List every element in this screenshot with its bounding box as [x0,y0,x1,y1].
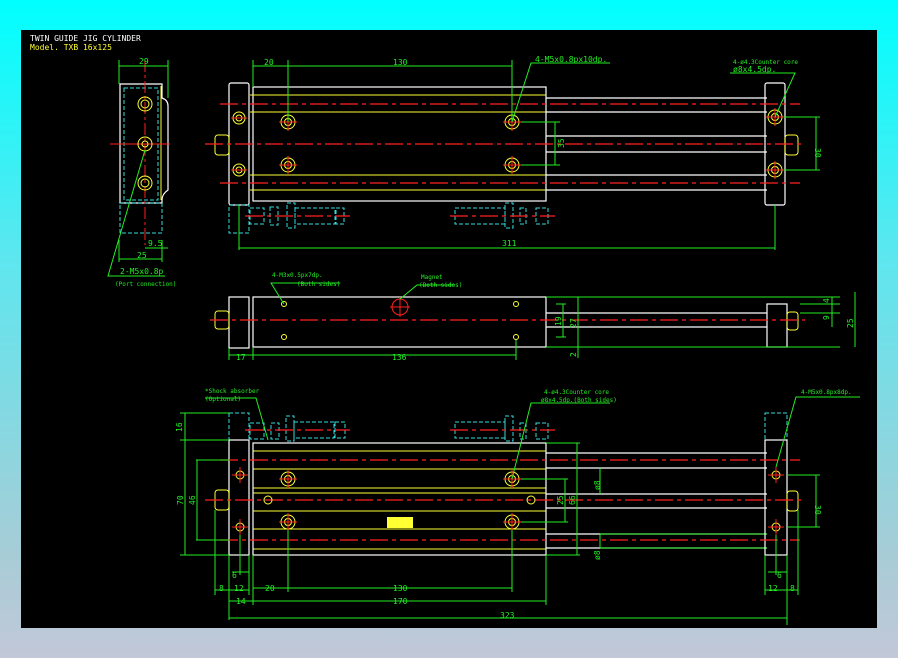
dim-20: 20 [264,58,274,67]
dim-r6: 6 [777,571,782,580]
dim-d8-upper: ø8 [593,480,602,490]
dim-14: 14 [236,597,246,606]
dim-311: 311 [502,239,517,248]
dim-30: 30 [813,148,822,158]
top-view: 20 130 311 35 30 4-M5x0.8px10dp. 4-ø4.3C… [205,55,822,250]
dim-r8: 8 [790,584,795,593]
port-note: 2-M5x0.8p [120,267,164,276]
dim-16: 16 [175,422,184,432]
dim-29: 29 [139,57,149,66]
dim-9-5: 9.5 [148,239,163,248]
dim-25: 25 [556,495,565,505]
drawing-title: TWIN GUIDE JIG CYLINDER [30,34,141,43]
shock-absorber-hidden [228,202,555,234]
shock-absorber-hidden [245,415,555,442]
shock-absorber-note: *Shock absorber [205,388,260,395]
dim-130: 130 [393,584,408,593]
dim-25: 25 [846,318,855,328]
dim-12: 12 [234,584,244,593]
tapped-hole-note: 4-M5x0.8px10dp. [535,55,607,64]
dim-136: 136 [392,353,407,362]
cad-drawing: TWIN GUIDE JIG CYLINDER Model. TXB 16x12… [30,34,860,625]
dim-d8-lower: ø8 [593,550,602,560]
counterbore-note-sub: ø8x4.5dp. [733,65,776,74]
middle-view: 17 136 19 27 2 4 9 25 4-M3x0.5px7dp. (Bo… [210,272,856,362]
counterbore-note: 4-ø4.3Counter core [544,389,609,396]
dim-323: 323 [500,611,515,620]
model-label: Model. TXB 16x125 [30,43,112,52]
magnet-note: Magnet [421,274,443,281]
dim-2: 2 [569,352,578,357]
dim-30: 30 [813,505,822,515]
shock-absorber-note-sub: (Optional) [205,396,241,403]
dim-130: 130 [393,58,408,67]
side-view: 29 9.5 25 2-M5x0.8p (Port connection) [107,57,176,288]
dim-9: 9 [822,315,831,320]
dim-4: 4 [822,298,831,303]
dim-6: 6 [232,571,237,580]
tapped-hole-note: 4-M5x0.8px8dp. [801,389,852,396]
m3-note-sub: (Both sides) [297,281,340,288]
dim-66: 66 [568,495,577,505]
dim-19: 19 [554,316,563,326]
port-note-sub: (Port connection) [115,281,176,288]
dim-20: 20 [265,584,275,593]
dim-27: 27 [569,318,578,328]
m3-note: 4-M3x0.5px7dp. [272,272,323,279]
dim-17: 17 [236,353,246,362]
dim-46: 46 [188,495,197,505]
dim-25: 25 [137,251,147,260]
dim-70: 70 [176,495,185,505]
bottom-view: 16 70 46 25 66 ø8 ø8 30 6 8 12 14 20 130… [175,388,860,625]
dim-170: 170 [393,597,408,606]
dim-r12: 12 [768,584,778,593]
dim-35: 35 [557,138,566,148]
magnet-note-sub: (Both sides) [419,282,462,289]
nameplate [387,517,413,528]
dim-8: 8 [219,584,224,593]
counterbore-note-sub: ø8x4.5dp.(Both sides) [541,397,617,404]
mounting-holes [232,467,784,535]
